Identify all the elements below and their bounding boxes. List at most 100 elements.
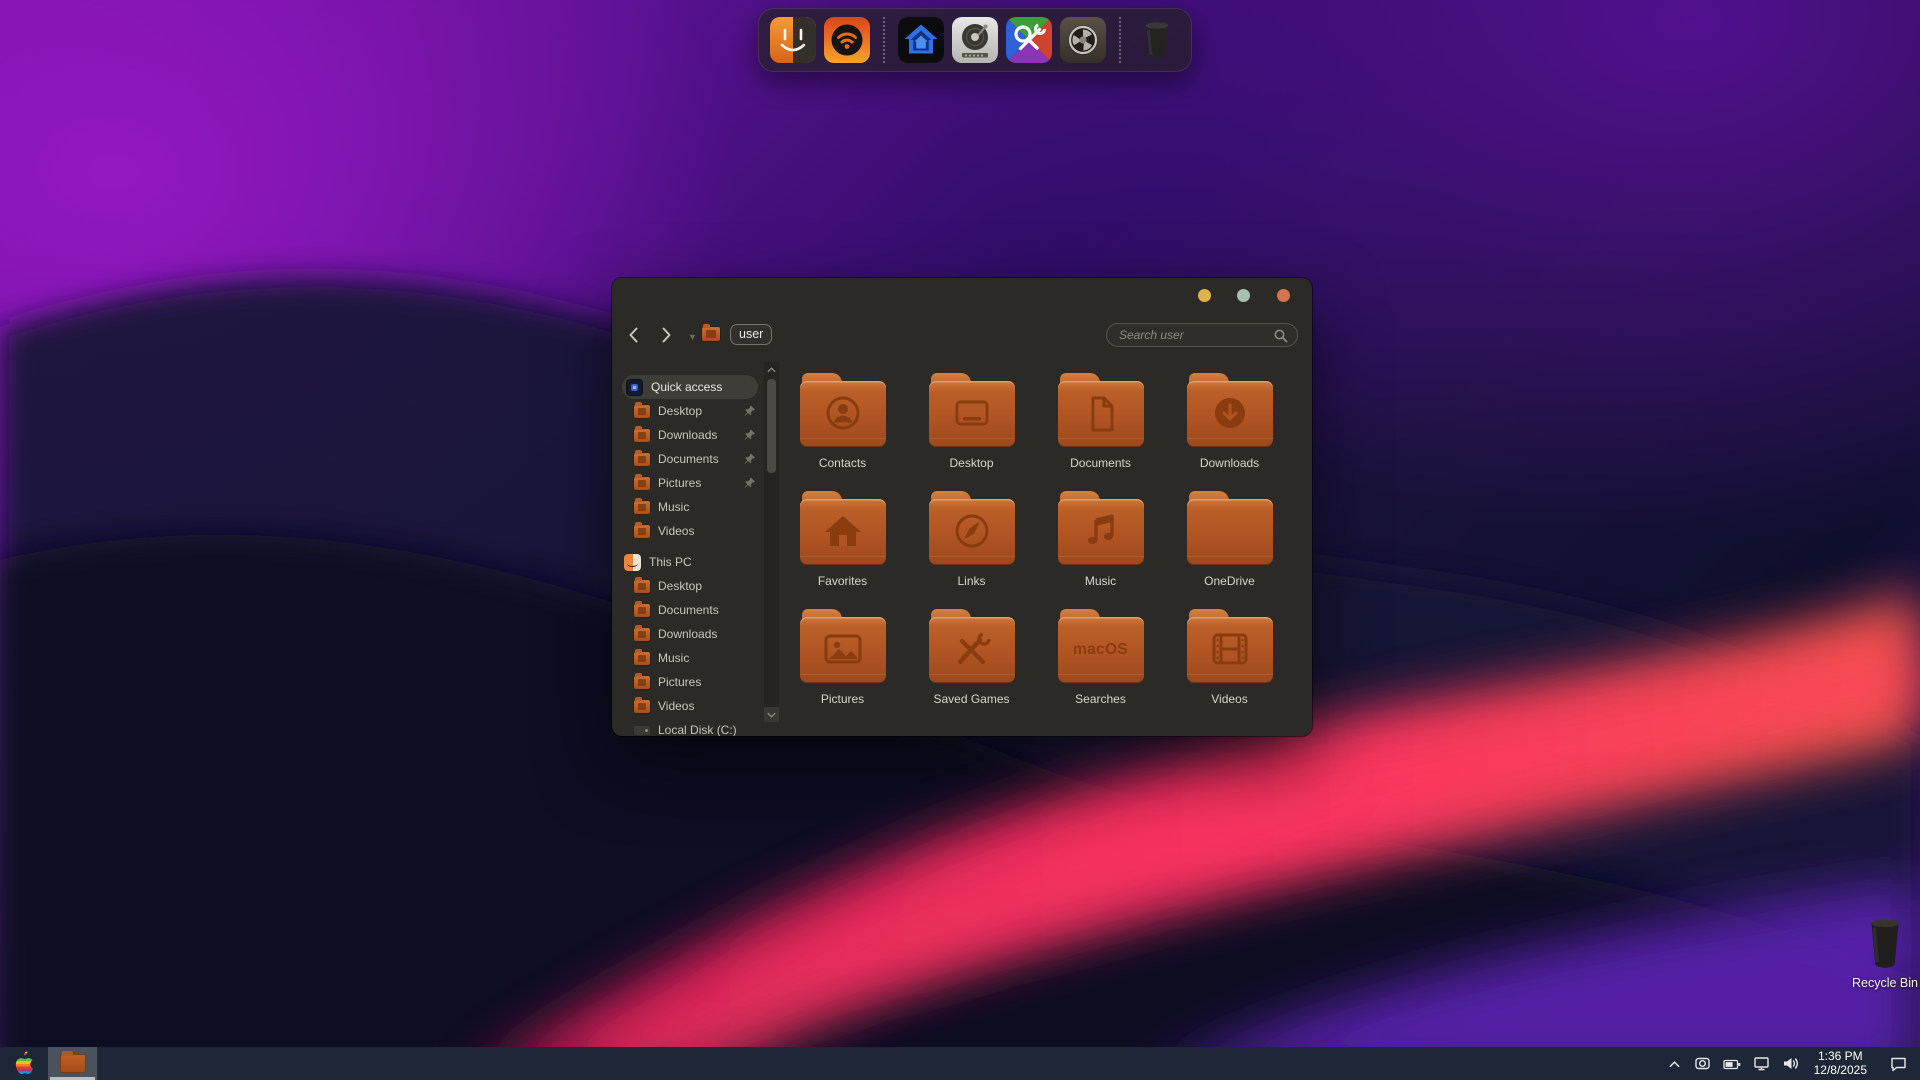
sidebar-item-label: Music <box>658 651 689 665</box>
back-button[interactable] <box>624 325 644 345</box>
scroll-down-icon[interactable] <box>764 707 779 722</box>
folder-icon <box>634 525 650 538</box>
music-note-glyph-icon <box>1079 512 1123 552</box>
address-folder-icon[interactable] <box>702 327 720 341</box>
sidebar-item-pc-music[interactable]: Music <box>622 646 756 670</box>
download-glyph-icon <box>1208 394 1252 434</box>
folder-icon <box>634 700 650 713</box>
folder-icon <box>634 405 650 418</box>
dock-separator <box>1119 17 1121 63</box>
home-app-icon[interactable] <box>898 17 944 63</box>
address-breadcrumb[interactable]: user <box>730 324 772 345</box>
sidebar-gap <box>622 543 756 550</box>
recycle-bin[interactable]: Recycle Bin <box>1830 915 1920 990</box>
contact-glyph-icon <box>821 394 865 434</box>
start-button[interactable] <box>0 1047 48 1080</box>
recent-locations-dropdown-icon[interactable]: ▼ <box>688 332 697 342</box>
folder-downloads[interactable]: Downloads <box>1165 373 1294 491</box>
folder-icon <box>634 604 650 617</box>
action-center-icon[interactable] <box>1889 1056 1908 1072</box>
document-glyph-icon <box>1079 394 1123 434</box>
sidebar-item-pc-desktop[interactable]: Desktop <box>622 574 756 598</box>
sidebar-item-music[interactable]: Music <box>622 495 756 519</box>
sidebar-item-desktop[interactable]: Desktop <box>622 399 756 423</box>
minimize-button[interactable] <box>1198 289 1211 302</box>
recycle-bin-label: Recycle Bin <box>1830 976 1920 990</box>
folder-favorites[interactable]: Favorites <box>778 491 907 609</box>
folder-icon <box>634 580 650 593</box>
system-tray: 1:36 PM 12/8/2025 <box>1667 1047 1920 1080</box>
hidden-icons-chevron-icon[interactable] <box>1667 1058 1682 1070</box>
sidebar-item-label: Pictures <box>658 675 701 689</box>
wifi-app-icon[interactable] <box>824 17 870 63</box>
folder-onedrive[interactable]: OneDrive <box>1165 491 1294 609</box>
folder-contacts[interactable]: Contacts <box>778 373 907 491</box>
network-icon[interactable] <box>1753 1056 1770 1071</box>
finder-icon[interactable] <box>770 17 816 63</box>
battery-icon[interactable] <box>1723 1057 1741 1071</box>
folder-documents[interactable]: Documents <box>1036 373 1165 491</box>
sidebar-item-label: Quick access <box>651 380 722 394</box>
close-button[interactable] <box>1277 289 1290 302</box>
scrollbar-thumb[interactable] <box>767 379 776 473</box>
folder-label: Downloads <box>1200 456 1259 470</box>
recycle-bin-icon <box>1862 915 1908 973</box>
drive-icon <box>634 726 650 735</box>
sidebar-item-pc-videos[interactable]: Videos <box>622 694 756 718</box>
sidebar-scrollbar[interactable] <box>764 362 779 722</box>
maximize-button[interactable] <box>1237 289 1250 302</box>
folder-links[interactable]: Links <box>907 491 1036 609</box>
sidebar-item-pc-pictures[interactable]: Pictures <box>622 670 756 694</box>
folder-label: Links <box>957 574 985 588</box>
explorer-folder-icon <box>60 1054 86 1073</box>
forward-button[interactable] <box>656 325 676 345</box>
sidebar-item-pictures[interactable]: Pictures <box>622 471 756 495</box>
sidebar-item-documents[interactable]: Documents <box>622 447 756 471</box>
folder-desktop[interactable]: Desktop <box>907 373 1036 491</box>
search-icon[interactable] <box>1273 328 1289 344</box>
snip-overlay-icon[interactable] <box>1694 1056 1711 1071</box>
sidebar: Quick access Desktop Downloads Documents… <box>622 375 756 736</box>
folder-label: Desktop <box>949 456 993 470</box>
sidebar-item-downloads[interactable]: Downloads <box>622 423 756 447</box>
folder-searches[interactable]: macOS Searches <box>1036 609 1165 727</box>
sidebar-item-local-disk[interactable]: Local Disk (C:) <box>622 718 756 736</box>
sidebar-item-label: Videos <box>658 699 694 713</box>
desktop-root: ▼ user Quick access Desktop <box>0 0 1920 1080</box>
folder-videos[interactable]: Videos <box>1165 609 1294 727</box>
compass-glyph-icon <box>950 512 994 552</box>
sidebar-item-quick-access[interactable]: Quick access <box>622 375 758 399</box>
folder-label: OneDrive <box>1204 574 1255 588</box>
pin-icon <box>744 453 756 465</box>
sidebar-item-pc-documents[interactable]: Documents <box>622 598 756 622</box>
folder-icon <box>634 676 650 689</box>
search-input[interactable] <box>1119 328 1276 342</box>
folder-label: Searches <box>1075 692 1126 706</box>
volume-icon[interactable] <box>1782 1056 1800 1071</box>
pin-icon <box>744 477 756 489</box>
sidebar-item-label: Documents <box>658 452 719 466</box>
taskbar-clock[interactable]: 1:36 PM 12/8/2025 <box>1812 1050 1869 1077</box>
search-box[interactable] <box>1106 323 1298 347</box>
disk-utility-icon[interactable] <box>952 17 998 63</box>
sidebar-item-label: Downloads <box>658 428 717 442</box>
folder-label: Saved Games <box>933 692 1009 706</box>
folder-icon <box>634 453 650 466</box>
pin-icon <box>744 405 756 417</box>
folder-music[interactable]: Music <box>1036 491 1165 609</box>
taskbar-file-explorer-button[interactable] <box>48 1047 97 1080</box>
apple-logo-icon <box>14 1051 35 1076</box>
scroll-up-icon[interactable] <box>764 362 779 377</box>
folder-pictures[interactable]: Pictures <box>778 609 907 727</box>
developer-tools-icon[interactable] <box>1006 17 1052 63</box>
navigation-bar: ▼ user <box>612 316 1312 354</box>
folder-icon <box>702 327 720 341</box>
sidebar-item-videos[interactable]: Videos <box>622 519 756 543</box>
system-settings-icon[interactable] <box>1060 17 1106 63</box>
sidebar-item-this-pc[interactable]: This PC <box>622 550 756 574</box>
taskbar: 1:36 PM 12/8/2025 <box>0 1047 1920 1080</box>
trash-icon[interactable] <box>1134 17 1180 63</box>
sidebar-item-label: Pictures <box>658 476 701 490</box>
folder-saved-games[interactable]: Saved Games <box>907 609 1036 727</box>
sidebar-item-pc-downloads[interactable]: Downloads <box>622 622 756 646</box>
